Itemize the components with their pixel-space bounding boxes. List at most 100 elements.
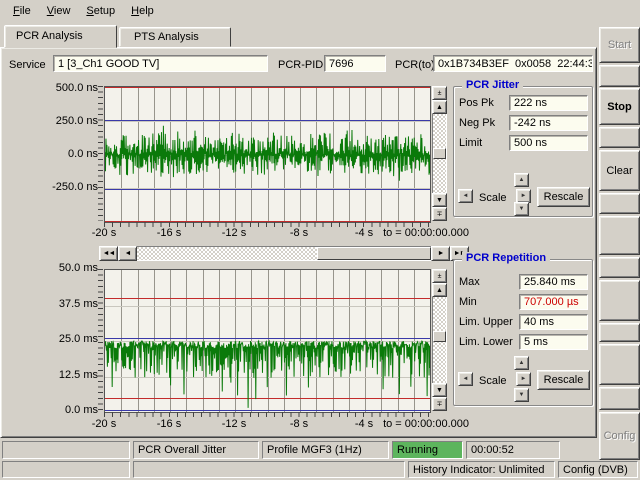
x-tick-label: -16 s	[139, 227, 199, 239]
scale-down-button[interactable]: ▼	[514, 202, 529, 216]
jitter-horizontal-scrollbar: ◄◄ ◄ ► ►►	[99, 246, 469, 261]
scroll-up-icon[interactable]: ▲	[432, 283, 447, 297]
horizontal-scroll-track[interactable]	[137, 246, 431, 261]
pcr-analyzer-window: FileViewSetupHelp PCR Analysis PTS Analy…	[0, 0, 640, 480]
menu-help[interactable]: Help	[124, 2, 163, 20]
menu-bar: FileViewSetupHelp	[0, 0, 640, 22]
readout-label: Limit	[459, 137, 509, 149]
status-measurement: PCR Overall Jitter	[133, 441, 259, 459]
readout-label: Min	[459, 296, 519, 308]
readout-value: 500 ns	[509, 135, 588, 151]
menu-view[interactable]: View	[40, 2, 80, 20]
rescale-button[interactable]: Rescale	[537, 187, 590, 207]
scale-right-button[interactable]: ►	[516, 372, 531, 386]
pcr-repetition-plot	[104, 269, 431, 413]
scale-up-button[interactable]: ▲	[514, 173, 529, 187]
readout-label: Pos Pk	[459, 97, 509, 109]
readout-value: 25.840 ms	[519, 274, 588, 290]
pcr-to-label: PCR(to)	[395, 59, 435, 71]
scroll-far-left-icon[interactable]: ◄◄	[99, 246, 118, 261]
repetition-x-ruler	[104, 412, 429, 417]
repetition-x-axis: -20 s-16 s-12 s-8 s-4 sto = 00:00:00.000	[1, 418, 598, 432]
scale-left-button[interactable]: ◄	[458, 189, 473, 203]
softkey-blank[interactable]	[599, 280, 640, 321]
pcr-repetition-readouts: Max25.840 msMin707.000 µsLim. Upper40 ms…	[459, 272, 588, 352]
pcr-repetition-panel: PCR Repetition Max25.840 msMin707.000 µs…	[453, 259, 593, 406]
status-history-indicator: History Indicator: Unlimited	[408, 461, 555, 478]
scale-right-button[interactable]: ►	[516, 189, 531, 203]
x-tick-label: -16 s	[139, 418, 199, 430]
menu-setup[interactable]: Setup	[79, 2, 124, 20]
readout-row: Pos Pk222 ns	[459, 93, 588, 113]
status-run-state: Running	[392, 441, 463, 459]
readout-row: Neg Pk-242 ns	[459, 113, 588, 133]
repetition-vertical-scrollbar: ± ▲ ▼ ∓	[432, 269, 447, 411]
pcr-jitter-panel: PCR Jitter Pos Pk222 nsNeg Pk-242 nsLimi…	[453, 86, 593, 217]
readout-label: Neg Pk	[459, 117, 509, 129]
rescale-button[interactable]: Rescale	[537, 370, 590, 390]
pcr-pid-label: PCR-PID	[278, 59, 323, 71]
readout-row: Max25.840 ms	[459, 272, 588, 292]
scale-expand-icon[interactable]: ±	[432, 86, 447, 100]
scroll-down-icon[interactable]: ▼	[432, 193, 447, 207]
softkey-blank[interactable]	[599, 344, 640, 385]
jitter-y-ruler	[98, 86, 103, 221]
status-config: Config (DVB)	[558, 461, 638, 478]
scroll-right-icon[interactable]: ►	[431, 246, 450, 261]
softkey-config[interactable]: Config	[599, 412, 640, 460]
pcr-repetition-panel-title: PCR Repetition	[462, 252, 550, 264]
vertical-scroll-track[interactable]	[432, 297, 447, 383]
softkey-separator	[599, 65, 640, 87]
tab-pcr-analysis[interactable]: PCR Analysis	[4, 25, 117, 48]
readout-value: 40 ms	[519, 314, 588, 330]
pcr-jitter-plot	[104, 86, 431, 223]
readout-value: -242 ns	[509, 115, 588, 131]
pcr-jitter-panel-title: PCR Jitter	[462, 79, 523, 91]
scroll-up-icon[interactable]: ▲	[432, 100, 447, 114]
readout-row: Limit500 ns	[459, 133, 588, 153]
readout-label: Lim. Upper	[459, 316, 519, 328]
pcr-analysis-page: Service 1 [3_Ch1 GOOD TV] PCR-PID 7696 P…	[0, 47, 597, 438]
horizontal-scroll-thumb[interactable]	[317, 247, 431, 260]
scale-expand-icon[interactable]: ±	[432, 269, 447, 283]
readout-row: Min707.000 µs	[459, 292, 588, 312]
scale-compress-icon[interactable]: ∓	[432, 207, 447, 221]
vertical-scroll-thumb[interactable]	[433, 148, 446, 159]
softkey-clear[interactable]: Clear	[599, 150, 640, 191]
y-tick-label: 37.5 ms	[21, 298, 98, 310]
softkey-separator	[599, 257, 640, 278]
readout-row: Lim. Upper40 ms	[459, 312, 588, 332]
scale-left-button[interactable]: ◄	[458, 372, 473, 386]
pcr-pid-value-field: 7696	[324, 55, 386, 72]
y-tick-label: 12.5 ms	[21, 369, 98, 381]
x-tick-label: -12 s	[204, 227, 264, 239]
softkey-separator	[599, 127, 640, 148]
status-cell-empty	[133, 461, 405, 478]
repetition-y-ruler	[98, 269, 103, 411]
softkey-blank[interactable]	[599, 216, 640, 255]
readout-label: Max	[459, 276, 519, 288]
scale-up-button[interactable]: ▲	[514, 356, 529, 370]
softkey-separator	[599, 193, 640, 214]
readout-row: Lim. Lower5 ms	[459, 332, 588, 352]
menu-file[interactable]: File	[6, 2, 40, 20]
softkey-start[interactable]: Start	[599, 27, 640, 63]
status-elapsed-time: 00:00:52	[466, 441, 560, 459]
tab-pts-analysis[interactable]: PTS Analysis	[119, 27, 231, 47]
softkey-stop[interactable]: Stop	[599, 88, 640, 125]
scale-label: Scale	[479, 375, 507, 387]
scale-compress-icon[interactable]: ∓	[432, 397, 447, 411]
chart-canvas	[105, 87, 430, 222]
x-tick-label: -12 s	[204, 418, 264, 430]
x-tick-label: -8 s	[269, 227, 329, 239]
scale-down-button[interactable]: ▼	[514, 388, 529, 402]
readout-value: 707.000 µs	[519, 294, 588, 310]
scale-label: Scale	[479, 192, 507, 204]
scroll-down-icon[interactable]: ▼	[432, 383, 447, 397]
pcr-to-value-field: 0x1B734B3EF 0x0058 22:44:3	[433, 55, 593, 72]
scroll-left-icon[interactable]: ◄	[118, 246, 137, 261]
softkey-column: Start Stop Clear Config	[599, 0, 640, 480]
readout-value: 5 ms	[519, 334, 588, 350]
vertical-scroll-track[interactable]	[432, 114, 447, 193]
vertical-scroll-thumb[interactable]	[433, 331, 446, 342]
